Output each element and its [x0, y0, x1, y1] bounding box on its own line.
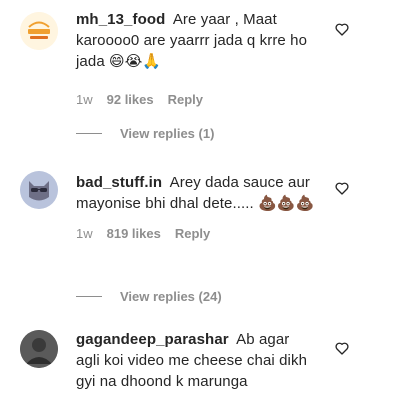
comment-time[interactable]: 1w: [76, 226, 93, 241]
comment-text: gagandeep_parashar Ab agar agli koi vide…: [76, 329, 316, 392]
comment-text: mh_13_food Are yaar , Maat karoooo0 are …: [76, 9, 316, 72]
comment-likes[interactable]: 819 likes: [107, 226, 161, 241]
avatar[interactable]: [20, 171, 58, 209]
comment-text: bad_stuff.in Arey dada sauce aur mayonis…: [76, 172, 316, 214]
food-logo-avatar-icon: [20, 12, 58, 50]
avatar[interactable]: [20, 330, 58, 368]
comment-time[interactable]: 1w: [76, 92, 93, 107]
comment-likes[interactable]: 92 likes: [107, 92, 154, 107]
comment-meta: 1w 92 likes Reply: [76, 92, 316, 107]
cat-sunglasses-avatar-icon: [20, 171, 58, 209]
comment-username[interactable]: bad_stuff.in: [76, 174, 162, 191]
view-replies-label: View replies (1): [120, 126, 215, 141]
comment-emojis: 😄😭🙏: [109, 52, 162, 70]
replies-divider-line: [76, 133, 102, 134]
like-heart-icon[interactable]: [334, 180, 350, 196]
reply-button[interactable]: Reply: [168, 92, 203, 107]
view-replies-button[interactable]: View replies (1): [76, 126, 214, 141]
comment-username[interactable]: gagandeep_parashar: [76, 331, 229, 348]
view-replies-button[interactable]: View replies (24): [76, 289, 222, 304]
replies-divider-line: [76, 296, 102, 297]
like-heart-icon[interactable]: [334, 340, 350, 356]
comment-emojis: 💩💩💩: [258, 194, 315, 212]
view-replies-label: View replies (24): [120, 289, 222, 304]
like-heart-icon[interactable]: [334, 21, 350, 37]
comment-username[interactable]: mh_13_food: [76, 11, 165, 28]
avatar[interactable]: [20, 12, 58, 50]
comment-meta: 1w 819 likes Reply: [76, 226, 316, 241]
reply-button[interactable]: Reply: [175, 226, 210, 241]
dark-photo-avatar-icon: [20, 330, 58, 368]
